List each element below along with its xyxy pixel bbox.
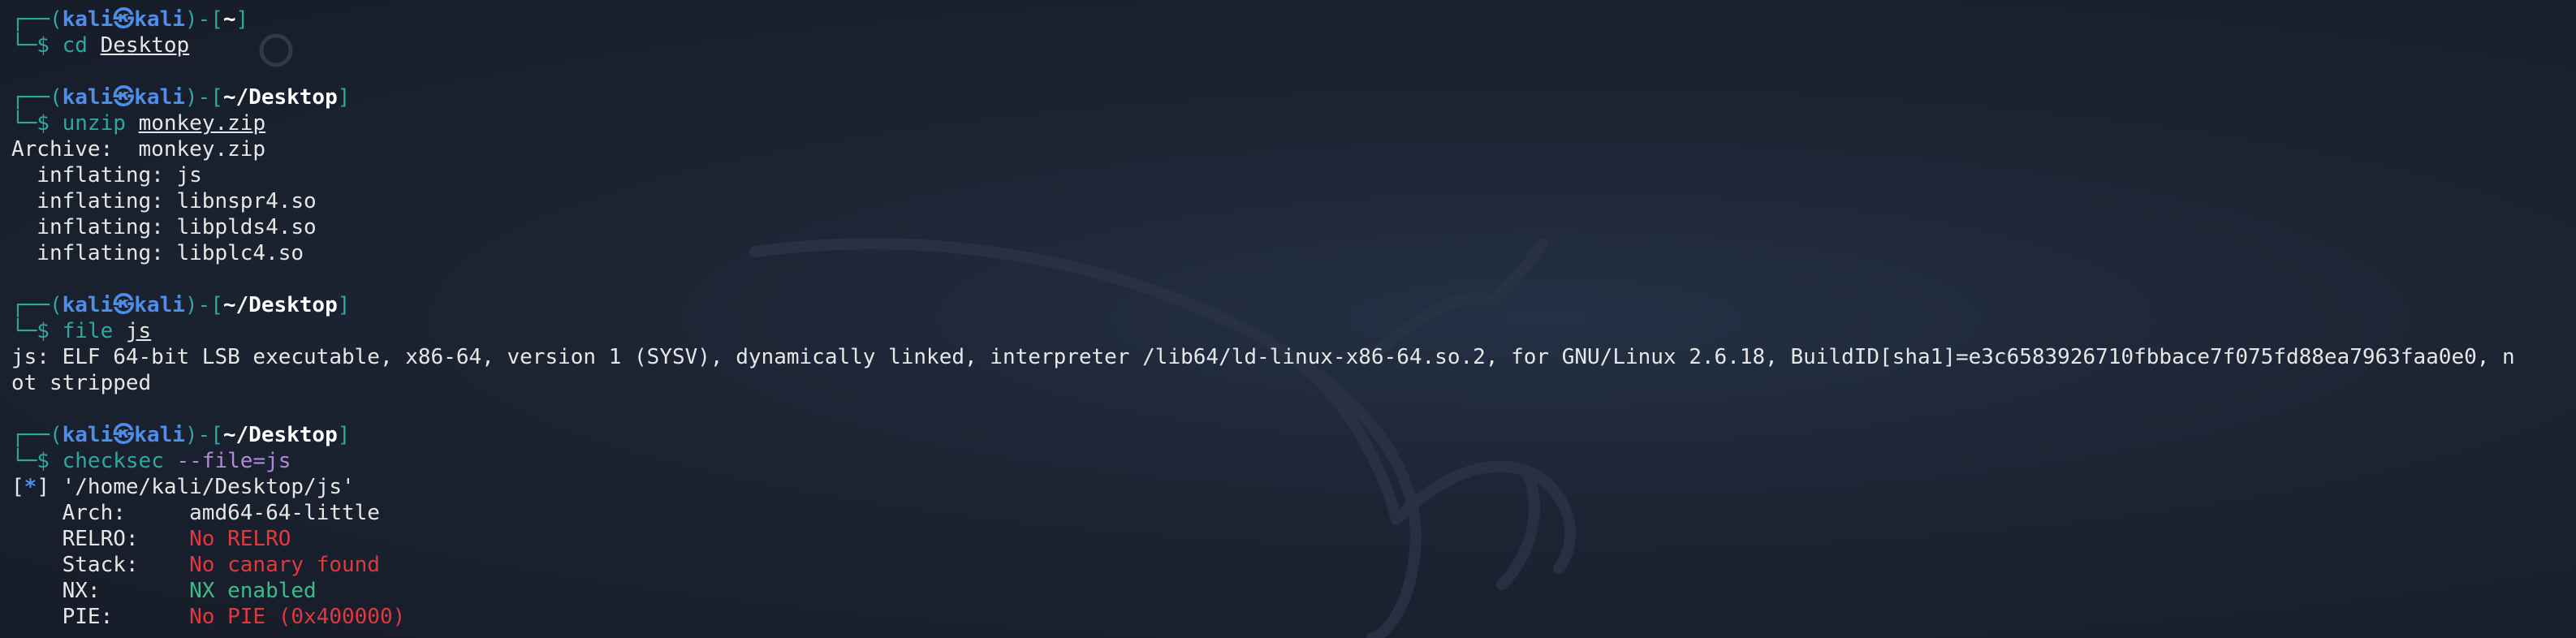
- prompt-frame-bottom: └─$: [11, 449, 63, 473]
- prompt-frame-mid: )-[: [184, 85, 223, 110]
- output-line: inflating: libnspr4.so: [11, 189, 317, 213]
- checksec-value: No canary found: [189, 553, 380, 577]
- prompt-at-symbol: ㉿: [113, 85, 135, 110]
- checksec-row-nx: NX: NX enabled: [11, 578, 2576, 604]
- prompt-host: kali: [134, 7, 185, 32]
- prompt-line: ┌──(kali㉿kali)-[~/Desktop]: [11, 84, 2576, 110]
- prompt-line: ┌──(kali㉿kali)-[~/Desktop]: [11, 292, 2576, 318]
- output-line: ot stripped: [11, 371, 152, 395]
- checksec-target: ] '/home/kali/Desktop/js': [37, 475, 355, 499]
- terminal-window[interactable]: ┌──(kali㉿kali)-[~] └─$ cd Desktop ┌──(ka…: [0, 0, 2576, 638]
- prompt-host: kali: [134, 293, 185, 317]
- command-line: └─$ cd Desktop: [11, 32, 2576, 58]
- command-argument: monkey.zip: [138, 111, 266, 136]
- prompt-host: kali: [134, 423, 185, 447]
- terminal-output: ┌──(kali㉿kali)-[~] └─$ cd Desktop ┌──(ka…: [11, 6, 2576, 630]
- checksec-row-pie: PIE: No PIE (0x400000): [11, 604, 2576, 630]
- command-name: cd: [62, 33, 88, 58]
- prompt-path: ~/Desktop: [222, 423, 338, 447]
- command-name: unzip: [62, 111, 126, 136]
- output-line: js: ELF 64-bit LSB executable, x86-64, v…: [11, 345, 2515, 369]
- checksec-value: NX enabled: [189, 579, 317, 603]
- checksec-label: Arch:: [11, 501, 190, 525]
- prompt-frame-top: ┌──(: [11, 85, 63, 110]
- prompt-frame-bottom: └─$: [11, 33, 63, 58]
- checksec-value: No RELRO: [189, 527, 291, 551]
- output-line: inflating: libplds4.so: [11, 215, 317, 239]
- checksec-header: [*] '/home/kali/Desktop/js': [11, 474, 2576, 500]
- prompt-path: ~: [222, 7, 236, 32]
- prompt-frame-mid: )-[: [184, 423, 223, 447]
- prompt-frame-top: ┌──(: [11, 423, 63, 447]
- prompt-line: ┌──(kali㉿kali)-[~/Desktop]: [11, 422, 2576, 448]
- prompt-user: kali: [62, 293, 114, 317]
- checksec-value: amd64-64-little: [189, 501, 380, 525]
- prompt-frame-mid: )-[: [184, 293, 223, 317]
- command-line: └─$ unzip monkey.zip: [11, 110, 2576, 136]
- prompt-path: ~/Desktop: [222, 293, 338, 317]
- prompt-user: kali: [62, 7, 114, 32]
- command-line: └─$ checksec --file=js: [11, 448, 2576, 474]
- output-line: inflating: js: [11, 163, 202, 188]
- prompt-frame-end: ]: [337, 293, 351, 317]
- prompt-frame-bottom: └─$: [11, 319, 63, 343]
- prompt-frame-end: ]: [337, 85, 351, 110]
- prompt-frame-end: ]: [235, 7, 249, 32]
- command-line: └─$ file js: [11, 318, 2576, 344]
- checksec-row-relro: RELRO: No RELRO: [11, 526, 2576, 552]
- prompt-at-symbol: ㉿: [113, 423, 135, 447]
- command-argument: Desktop: [100, 33, 190, 58]
- command-option: --file=js: [176, 449, 291, 473]
- prompt-at-symbol: ㉿: [113, 293, 135, 317]
- prompt-host: kali: [134, 85, 185, 110]
- bracket-open: [: [11, 475, 24, 499]
- prompt-frame-top: ┌──(: [11, 293, 63, 317]
- command-argument: js: [125, 319, 152, 343]
- prompt-line: ┌──(kali㉿kali)-[~]: [11, 6, 2576, 32]
- prompt-frame-end: ]: [337, 423, 351, 447]
- checksec-row-arch: Arch: amd64-64-little: [11, 500, 2576, 526]
- checksec-label: Stack:: [11, 553, 190, 577]
- checksec-row-stack: Stack: No canary found: [11, 552, 2576, 578]
- prompt-frame-mid: )-[: [184, 7, 223, 32]
- output-line: Archive: monkey.zip: [11, 137, 266, 162]
- checksec-label: NX:: [11, 579, 190, 603]
- checksec-value: No PIE (0x400000): [189, 605, 406, 629]
- info-star-icon: *: [24, 475, 37, 499]
- prompt-user: kali: [62, 423, 114, 447]
- prompt-at-symbol: ㉿: [113, 7, 135, 32]
- prompt-path: ~/Desktop: [222, 85, 338, 110]
- checksec-label: PIE:: [11, 605, 190, 629]
- checksec-label: RELRO:: [11, 527, 190, 551]
- command-name: checksec: [62, 449, 164, 473]
- output-line: inflating: libplc4.so: [11, 241, 304, 265]
- prompt-frame-bottom: └─$: [11, 111, 63, 136]
- prompt-user: kali: [62, 85, 114, 110]
- prompt-frame-top: ┌──(: [11, 7, 63, 32]
- command-name: file: [62, 319, 114, 343]
